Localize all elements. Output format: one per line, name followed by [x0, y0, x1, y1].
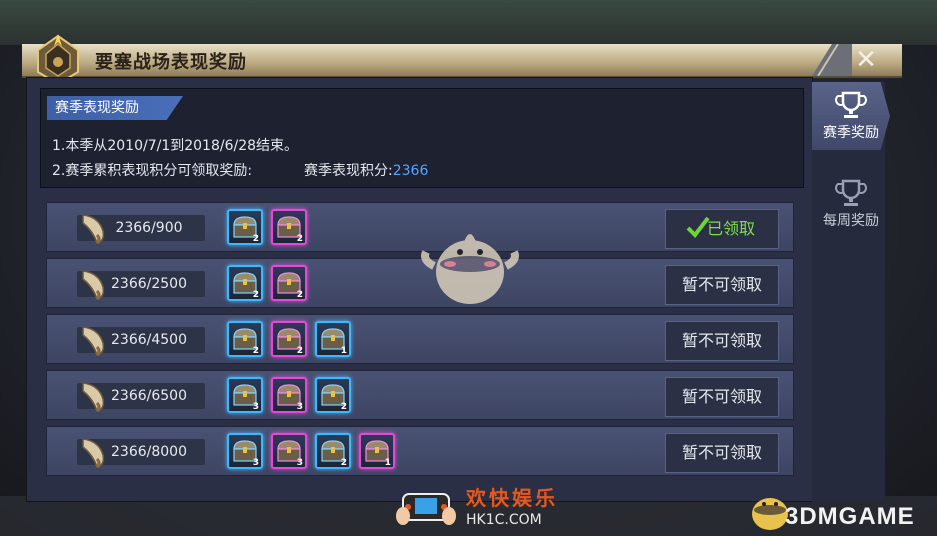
checkmark-icon	[686, 216, 710, 238]
season-score-value: 2366	[392, 163, 429, 179]
purple-chest-item[interactable]: 2	[271, 209, 307, 245]
close-icon: ✕	[855, 45, 877, 75]
season-score-label: 赛季表现积分:	[304, 163, 393, 179]
purple-chest-item[interactable]: 2	[271, 321, 307, 357]
chest-count: 2	[296, 234, 303, 244]
chest-count: 2	[340, 458, 347, 468]
watermark-site-url: HK1C.COM	[466, 512, 542, 528]
tab-season-rewards-label: 赛季奖励	[823, 125, 879, 141]
blue-chest-item[interactable]: 3	[227, 433, 263, 469]
claim-button-label: 暂不可领取	[681, 387, 762, 406]
gamepad-hands-icon	[396, 493, 456, 525]
chest-count: 2	[252, 290, 259, 300]
season-info-tab: 赛季表现奖励	[47, 96, 183, 120]
horn-icon	[82, 438, 105, 469]
watermark-brand: 3DMGAME	[785, 503, 915, 530]
season-score: 赛季表现积分:2366	[304, 160, 428, 180]
claim-button-label: 暂不可领取	[681, 275, 762, 294]
claim-button-label: 暂不可领取	[681, 443, 762, 462]
claim-button[interactable]: 暂不可领取	[665, 433, 779, 473]
season-dates-text: 1.本季从2010/7/1到2018/6/28结束。	[52, 138, 299, 154]
close-button[interactable]: ✕	[846, 44, 886, 76]
chest-count: 1	[340, 346, 347, 356]
tab-weekly-rewards-label: 每周奖励	[823, 213, 879, 229]
background-scene	[0, 0, 937, 45]
watermark-site-name: 欢快娱乐	[466, 486, 558, 510]
chest-count: 3	[252, 458, 259, 468]
chest-count: 3	[296, 402, 303, 412]
chest-count: 2	[296, 346, 303, 356]
purple-chest-item[interactable]: 3	[271, 433, 307, 469]
blue-chest-item[interactable]: 2	[315, 377, 351, 413]
claim-button-label: 暂不可领取	[681, 331, 762, 350]
blue-chest-item[interactable]: 2	[227, 265, 263, 301]
tab-season-rewards[interactable]: 赛季奖励	[812, 82, 890, 150]
horn-icon	[82, 382, 105, 413]
horn-icon	[82, 326, 105, 357]
trophy-icon	[835, 91, 867, 118]
chest-count: 1	[384, 458, 391, 468]
trophy-icon	[835, 179, 867, 206]
purple-chest-item[interactable]: 1	[359, 433, 395, 469]
claim-button[interactable]: 暂不可领取	[665, 321, 779, 361]
blue-chest-item[interactable]: 2	[227, 209, 263, 245]
blue-chest-item[interactable]: 3	[227, 377, 263, 413]
reward-row: 2366/6500 3 3 2 暂不可领取	[46, 370, 794, 420]
chest-count: 2	[340, 402, 347, 412]
horn-icon	[82, 214, 105, 245]
chest-count: 2	[252, 234, 259, 244]
claim-button[interactable]: 暂不可领取	[665, 265, 779, 305]
tab-weekly-rewards[interactable]: 每周奖励	[812, 170, 890, 238]
claimed-button[interactable]: 已领取	[665, 209, 779, 249]
chest-count: 2	[296, 290, 303, 300]
window-title: 要塞战场表现奖励	[95, 52, 247, 73]
horn-icon	[82, 270, 105, 301]
claim-button[interactable]: 暂不可领取	[665, 377, 779, 417]
purple-chest-item[interactable]: 2	[271, 265, 307, 301]
chest-count: 2	[252, 346, 259, 356]
purple-chest-item[interactable]: 3	[271, 377, 307, 413]
chest-count: 3	[296, 458, 303, 468]
reward-row: 2366/8000 3 3 2 1 暂不可领取	[46, 426, 794, 476]
blue-chest-item[interactable]: 2	[315, 433, 351, 469]
blue-chest-item[interactable]: 1	[315, 321, 351, 357]
mascot-watermark-icon	[421, 234, 519, 304]
chest-count: 3	[252, 402, 259, 412]
reward-row: 2366/4500 2 2 1 暂不可领取	[46, 314, 794, 364]
season-reward-rule-text: 2.赛季累积表现积分可领取奖励:	[52, 163, 253, 179]
blue-chest-item[interactable]: 2	[227, 321, 263, 357]
